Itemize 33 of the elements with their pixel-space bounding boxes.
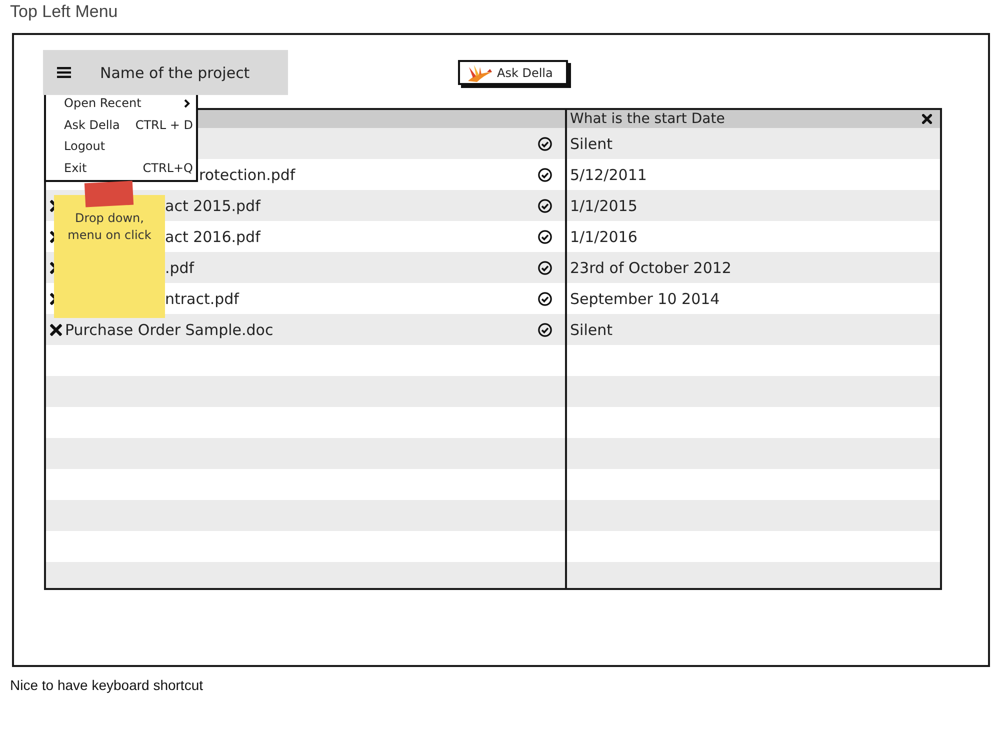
menu-item[interactable]: Logout [64, 139, 106, 153]
caption-text: Nice to have keyboard shortcut [10, 677, 203, 693]
cross-icon[interactable] [50, 292, 54, 304]
file-name: rotection.pdf [199, 166, 296, 184]
cross-icon[interactable] [50, 230, 54, 242]
menu-icon[interactable] [57, 67, 71, 78]
note-text: Drop down, menu on click [66, 210, 152, 244]
close-icon[interactable] [922, 114, 932, 124]
project-name: Name of the project [100, 64, 250, 82]
date-text: 1/1/2015 [570, 196, 638, 214]
keyboard-shortcut: CTRL + D [135, 118, 193, 132]
cross-icon[interactable] [50, 200, 54, 212]
menu-item[interactable]: Exit [64, 160, 87, 174]
file-name: Purchase Order Sample.doc [65, 320, 274, 338]
cross-icon[interactable] [50, 324, 62, 336]
bird-icon [468, 64, 492, 82]
file-name: act 2016.pdf [165, 228, 260, 246]
file-name: act 2015.pdf [165, 196, 260, 214]
menu-item[interactable]: Ask Della [64, 118, 120, 132]
date-text: 23rd of October 2012 [570, 258, 732, 276]
date-text: September 10 2014 [570, 290, 720, 308]
date-text: 1/1/2016 [570, 228, 638, 246]
column-header: What is the start Date [570, 111, 725, 127]
menu-item[interactable]: Open Recent [64, 96, 142, 110]
ask-della-button[interactable]: Ask Della [458, 60, 568, 85]
date-text: Silent [570, 320, 612, 338]
file-name: .pdf [165, 258, 194, 276]
date-text: Silent [570, 134, 612, 152]
file-name: ntract.pdf [165, 290, 239, 308]
date-text: 5/12/2011 [570, 166, 647, 184]
keyboard-shortcut: CTRL+Q [142, 160, 193, 174]
page-title: Top Left Menu [9, 1, 118, 22]
cross-icon[interactable] [50, 262, 54, 274]
